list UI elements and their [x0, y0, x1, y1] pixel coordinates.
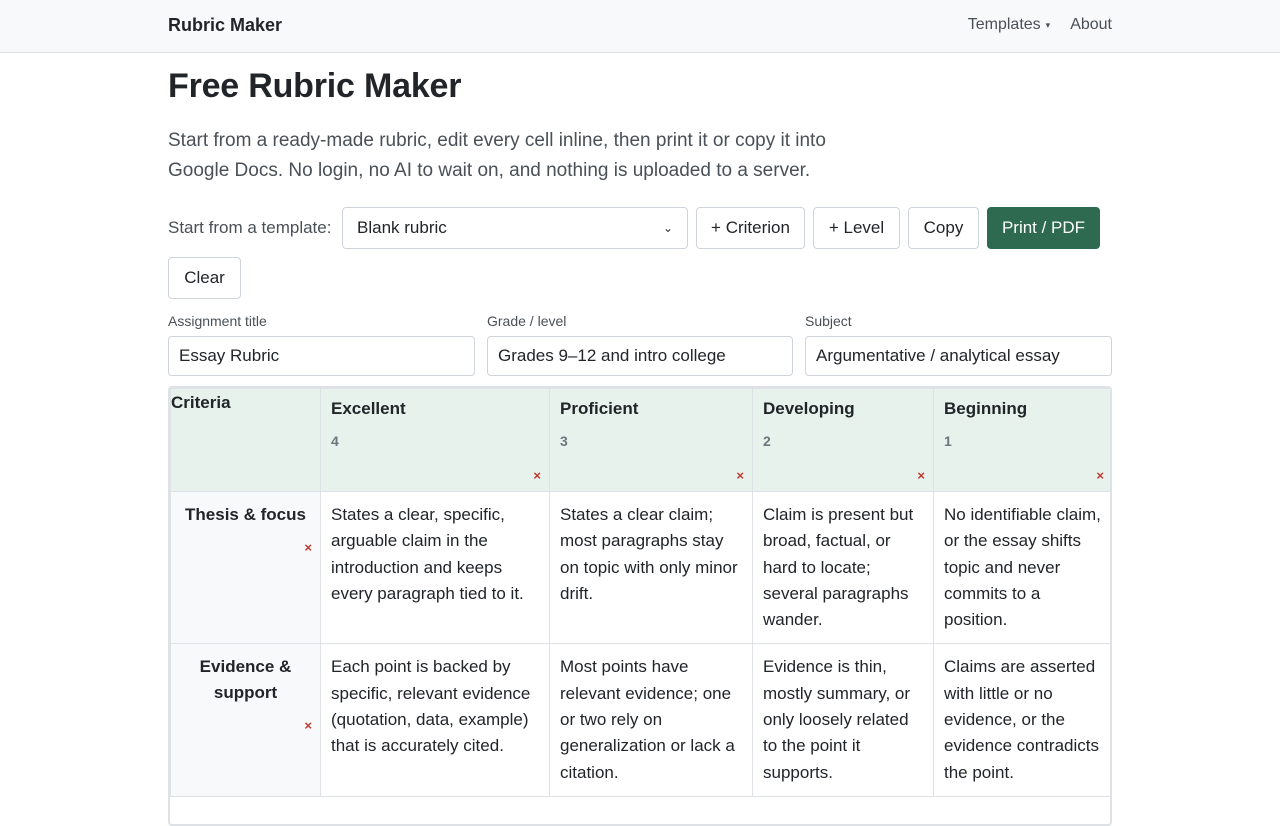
add-level-button[interactable]: + Level	[813, 207, 900, 249]
level-name[interactable]: Proficient	[560, 399, 742, 419]
page-title: Free Rubric Maker	[168, 67, 462, 105]
nav-links: Templates ▾ About	[968, 16, 1112, 34]
criteria-header: Criteria	[170, 388, 321, 492]
descriptor-cell[interactable]: Claim is present but broad, factual, or …	[752, 490, 934, 645]
assignment-title-input[interactable]: Essay Rubric	[168, 336, 475, 376]
descriptor-cell[interactable]: States a clear claim; most paragraphs st…	[549, 490, 753, 645]
descriptor-cell[interactable]: No identifiable claim, or the essay shif…	[933, 490, 1110, 645]
subject-input[interactable]: Argumentative / analytical essay	[805, 336, 1112, 376]
descriptor-cell[interactable]: Most points have relevant evidence; one …	[549, 643, 753, 797]
delete-level-icon[interactable]: ×	[533, 468, 541, 483]
clear-button[interactable]: Clear	[168, 257, 241, 299]
criterion-cell[interactable]: Evidence & support ×	[170, 643, 321, 797]
table-row: Thesis & focus × States a clear, specifi…	[170, 490, 1110, 645]
assignment-title-label: Assignment title	[168, 313, 267, 329]
navbar: Rubric Maker Templates ▾ About	[0, 0, 1280, 53]
level-header[interactable]: Beginning 1 ×	[933, 388, 1110, 492]
subject-label: Subject	[805, 313, 852, 329]
descriptor-cell[interactable]: Claims are asserted with little or no ev…	[933, 643, 1110, 797]
template-label: Start from a template:	[168, 218, 332, 237]
nav-about-link[interactable]: About	[1070, 16, 1112, 34]
delete-level-icon[interactable]: ×	[917, 468, 925, 483]
descriptor-cell[interactable]: States a clear, specific, arguable claim…	[320, 490, 550, 645]
page-lead: Start from a ready-made rubric, edit eve…	[168, 130, 826, 181]
add-criterion-button[interactable]: + Criterion	[696, 207, 805, 249]
level-header[interactable]: Proficient 3 ×	[549, 388, 753, 492]
print-pdf-button[interactable]: Print / PDF	[987, 207, 1100, 249]
grade-level-label: Grade / level	[487, 313, 567, 329]
nav-templates-label: Templates	[967, 16, 1041, 33]
level-header[interactable]: Developing 2 ×	[752, 388, 934, 492]
table-row: Evidence & support × Each point is backe…	[170, 643, 1110, 797]
level-name[interactable]: Excellent	[331, 399, 539, 419]
level-name[interactable]: Developing	[763, 399, 923, 419]
delete-level-icon[interactable]: ×	[736, 468, 744, 483]
template-select[interactable]: Blank rubric ⌄	[342, 207, 688, 249]
nav-templates-dropdown[interactable]: Templates ▾	[968, 16, 1050, 34]
descriptor-cell[interactable]: Evidence is thin, mostly summary, or onl…	[752, 643, 934, 797]
criterion-name[interactable]: Thesis & focus	[181, 502, 310, 528]
template-selected-value: Blank rubric	[357, 218, 447, 237]
descriptor-cell[interactable]: Each point is backed by specific, releva…	[320, 643, 550, 797]
chevron-down-icon: ⌄	[662, 221, 673, 235]
level-points[interactable]: 2	[763, 433, 923, 449]
brand-logo[interactable]: Rubric Maker	[168, 15, 282, 36]
criterion-cell[interactable]: Thesis & focus ×	[170, 490, 321, 645]
rubric-table: Criteria Excellent 4 × Proficient 3 × De…	[168, 386, 1112, 826]
criterion-name[interactable]: Evidence & support	[181, 654, 310, 706]
delete-criterion-icon[interactable]: ×	[304, 718, 312, 733]
level-points[interactable]: 1	[944, 433, 1102, 449]
level-header[interactable]: Excellent 4 ×	[320, 388, 550, 492]
copy-button[interactable]: Copy	[908, 207, 979, 249]
level-points[interactable]: 3	[560, 433, 742, 449]
grade-level-input[interactable]: Grades 9–12 and intro college	[487, 336, 793, 376]
level-name[interactable]: Beginning	[944, 399, 1102, 419]
caret-down-icon: ▾	[1045, 19, 1051, 30]
delete-level-icon[interactable]: ×	[1096, 468, 1104, 483]
level-points[interactable]: 4	[331, 433, 539, 449]
delete-criterion-icon[interactable]: ×	[304, 540, 312, 555]
